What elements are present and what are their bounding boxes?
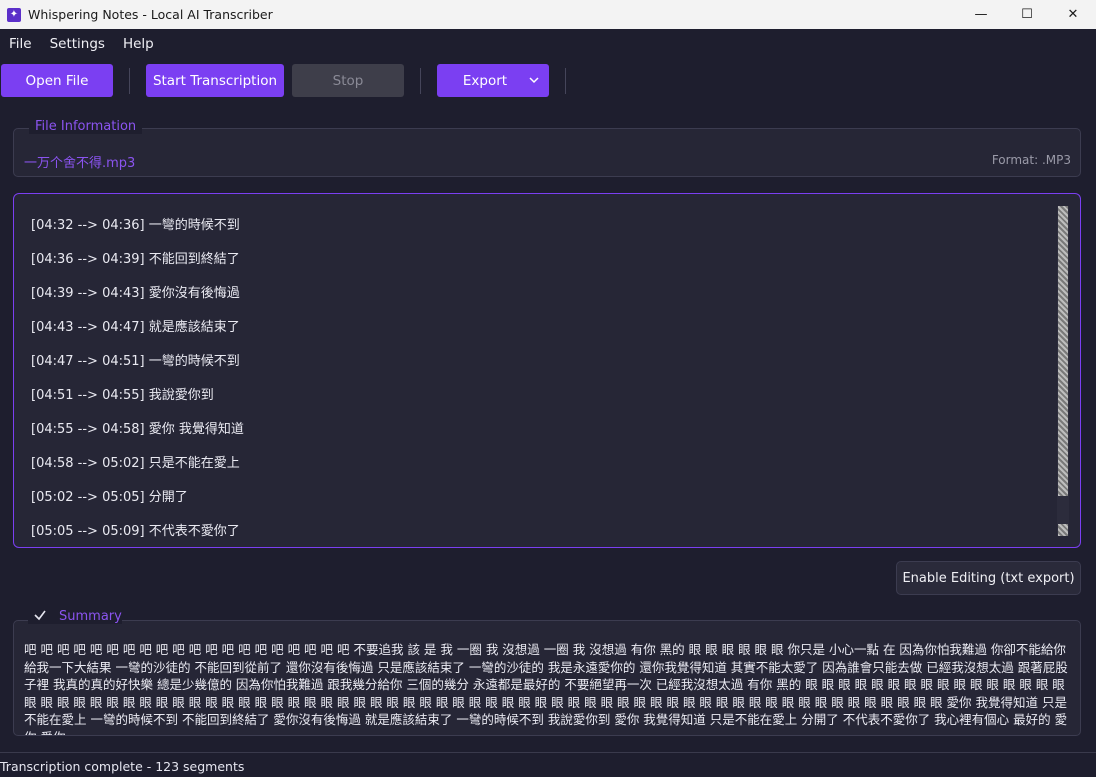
scrollbar-thumb[interactable]: [1058, 206, 1068, 496]
transcript-line: [04:58 --> 05:02] 只是不能在愛上: [31, 456, 240, 471]
transcript-line: [04:39 --> 04:43] 愛你沒有後悔過: [31, 286, 240, 301]
export-dropdown[interactable]: Export: [437, 64, 549, 97]
menu-help[interactable]: Help: [114, 36, 163, 52]
transcript-panel[interactable]: [04:32 --> 04:36] 一彎的時候不到 [04:36 --> 04:…: [13, 193, 1081, 548]
minimize-icon: —: [974, 7, 988, 22]
file-name: 一万个舍不得.mp3: [24, 156, 136, 171]
enable-editing-button[interactable]: Enable Editing (txt export): [896, 561, 1081, 595]
close-button[interactable]: ✕: [1050, 0, 1096, 29]
menu-bar: File Settings Help: [0, 29, 1096, 59]
app-logo-icon: ✦: [7, 7, 21, 22]
file-information-group: File Information 一万个舍不得.mp3 Format: .MP3: [13, 119, 1081, 177]
maximize-icon: ☐: [1021, 7, 1033, 22]
checkmark-icon: [34, 610, 46, 621]
toolbar: Open File Start Transcription Stop Expor…: [0, 59, 1096, 103]
transcript-line: [04:43 --> 04:47] 就是應該結束了: [31, 320, 240, 335]
open-file-button[interactable]: Open File: [1, 64, 113, 97]
toolbar-separator: [129, 68, 130, 94]
scrollbar-end[interactable]: [1058, 524, 1068, 536]
transcript-line: [05:02 --> 05:05] 分開了: [31, 490, 188, 505]
transcript-line: [04:32 --> 04:36] 一彎的時候不到: [31, 218, 240, 233]
summary-text-box[interactable]: 吧 吧 吧 吧 吧 吧 吧 吧 吧 吧 吧 吧 吧 吧 吧 吧 吧 吧 吧 吧 …: [13, 620, 1081, 736]
maximize-button[interactable]: ☐: [1004, 0, 1050, 29]
window-title: Whispering Notes - Local AI Transcriber: [28, 7, 273, 22]
stop-button[interactable]: Stop: [292, 64, 404, 97]
summary-checkbox[interactable]: [32, 607, 48, 623]
toolbar-separator: [420, 68, 421, 94]
transcript-scrollbar[interactable]: [1057, 206, 1069, 536]
transcript-line: [04:55 --> 04:58] 愛你 我覺得知道: [31, 422, 244, 437]
status-bar: Transcription complete - 123 segments: [0, 752, 1096, 777]
chevron-down-icon[interactable]: [529, 75, 539, 85]
transcript-line: [04:36 --> 04:39] 不能回到終結了: [31, 252, 240, 267]
toolbar-separator: [565, 68, 566, 94]
start-transcription-button[interactable]: Start Transcription: [146, 64, 284, 97]
status-text: Transcription complete - 123 segments: [0, 759, 245, 774]
minimize-button[interactable]: —: [958, 0, 1004, 29]
summary-label: Summary: [59, 609, 122, 624]
transcript-line: [05:05 --> 05:09] 不代表不愛你了: [31, 524, 240, 539]
transcript-line: [04:47 --> 04:51] 一彎的時候不到: [31, 354, 240, 369]
window-controls: — ☐ ✕: [958, 0, 1096, 29]
title-bar: ✦ Whispering Notes - Local AI Transcribe…: [0, 0, 1096, 29]
menu-settings[interactable]: Settings: [41, 36, 114, 52]
transcript-line: [04:51 --> 04:55] 我說愛你到: [31, 388, 214, 403]
close-icon: ✕: [1067, 7, 1079, 22]
menu-file[interactable]: File: [0, 36, 41, 52]
summary-text: 吧 吧 吧 吧 吧 吧 吧 吧 吧 吧 吧 吧 吧 吧 吧 吧 吧 吧 吧 吧 …: [24, 642, 1068, 735]
file-format: Format: .MP3: [991, 153, 1071, 167]
file-information-title: File Information: [29, 119, 143, 134]
